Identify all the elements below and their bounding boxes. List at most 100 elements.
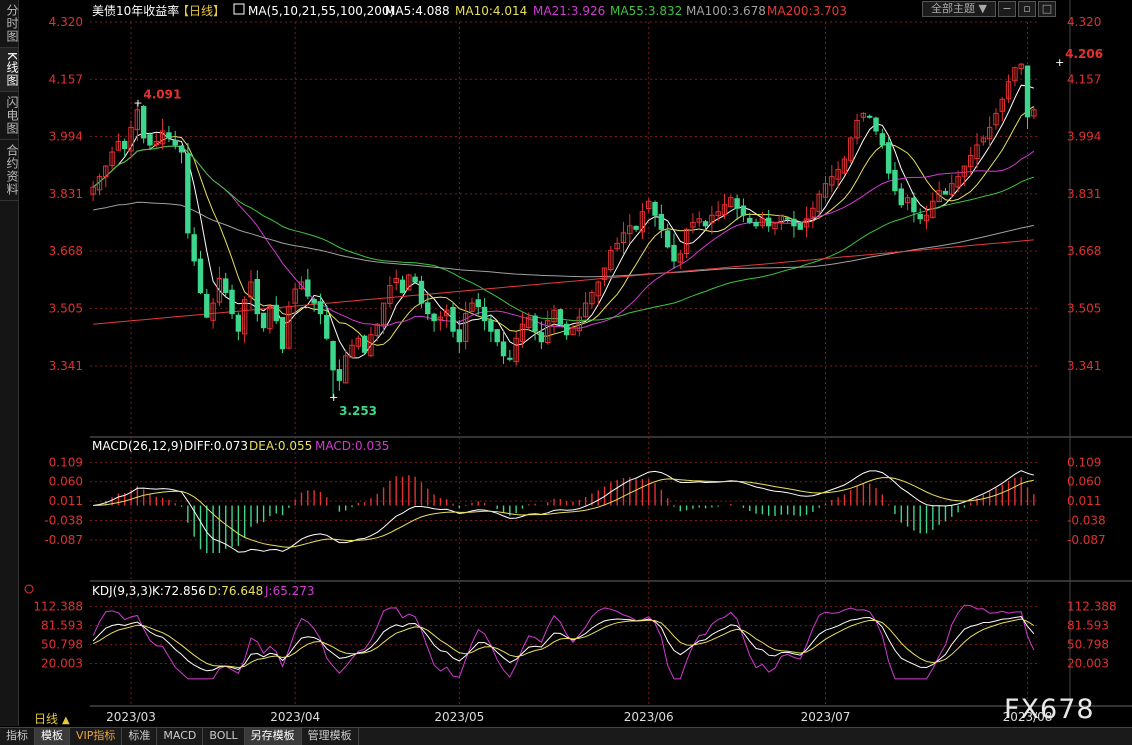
kdj-k-line [92, 616, 1035, 672]
kdj-tick-label-left: 50.798 [41, 638, 83, 652]
price-tick-label-right: 4.320 [1067, 15, 1101, 29]
price-tick-label-right: 3.668 [1067, 244, 1101, 258]
candle-body [898, 188, 904, 206]
candle-body [305, 279, 311, 297]
candle-body [191, 234, 197, 262]
macd-tick-label-right: -0.087 [1067, 533, 1106, 547]
candle-body [873, 117, 879, 132]
watermark: FX678 [1004, 694, 1095, 725]
candle-body [557, 309, 564, 325]
tab-manage-templates[interactable]: 管理模板 [302, 728, 359, 745]
price-tick-label-right: 3.831 [1067, 187, 1101, 201]
candle-body [431, 313, 437, 322]
candle-body [671, 244, 677, 262]
kdj-layer [92, 604, 1035, 680]
kdj-settings-icon[interactable] [24, 584, 34, 594]
candle-body [507, 357, 513, 360]
ma100-value: MA100:3.678 [686, 4, 766, 18]
candle-body [197, 258, 204, 294]
tab-vip-indicators[interactable]: VIP指标 [70, 728, 123, 745]
macd-bar-value: MACD:0.035 [315, 439, 389, 453]
candle-body [784, 217, 791, 220]
instrument-title: 美债10年收益率 [92, 3, 179, 18]
macd-dea-value: DEA:0.055 [249, 439, 312, 453]
candle-body [791, 218, 797, 227]
tab-standard[interactable]: 标准 [122, 728, 158, 745]
macd-params: MACD(26,12,9) [92, 439, 183, 453]
kdj-k-value: K:72.856 [152, 584, 206, 598]
tab-templates[interactable]: 模板 [35, 728, 70, 745]
ma-settings-icon[interactable] [233, 3, 245, 15]
candle-body [456, 329, 463, 343]
candle-body [494, 329, 500, 343]
minimize-icon[interactable]: − [998, 1, 1016, 17]
price-tick-label-left: 3.341 [49, 359, 83, 373]
period-label: 【日线】 [177, 4, 225, 18]
price-tick-label-left: 3.668 [49, 244, 83, 258]
macd-tick-label-right: 0.109 [1067, 455, 1101, 469]
candle-body [658, 213, 665, 230]
ma55-value: MA55:3.832 [610, 4, 682, 18]
chart-canvas[interactable]: 4.320 4.320 4.157 4.157 3.994 3.994 3.831 3.831… [0, 0, 1132, 727]
macd-tick-label-right: 0.011 [1067, 494, 1101, 508]
candle-body [942, 190, 949, 195]
macd-tick-label-right: 0.060 [1067, 475, 1101, 489]
theme-dropdown[interactable]: 全部主题 ▼ [922, 1, 996, 17]
macd-layer [93, 470, 1035, 554]
maximize-icon[interactable]: □ [1038, 1, 1056, 17]
kdj-tick-label-right: 81.593 [1067, 619, 1109, 633]
candle-body [311, 298, 317, 304]
candle-body [204, 294, 210, 318]
high-price-label: 4.091 [143, 87, 181, 101]
axis-label-layer: 4.320 4.320 4.157 4.157 3.994 3.994 3.831 3.831… [33, 15, 1116, 724]
macd-tick-label-right: -0.038 [1067, 514, 1106, 528]
candle-body [166, 132, 172, 139]
tab-indicators[interactable]: 指标 [0, 728, 35, 745]
candle-body [879, 133, 886, 146]
tab-save-template[interactable]: 另存模板 [244, 728, 302, 745]
candle-body [122, 140, 128, 149]
candle-body [279, 316, 286, 350]
candle-body [652, 201, 658, 216]
candle-body [866, 115, 873, 118]
tab-macd[interactable]: MACD [157, 728, 204, 745]
macd-tick-label-left: -0.087 [44, 533, 83, 547]
kdj-tick-label-right: 20.003 [1067, 657, 1109, 671]
candle-body [178, 145, 185, 153]
macd-tick-label-left: 0.011 [49, 494, 83, 508]
period-up-arrow-icon[interactable]: ▲ [62, 715, 70, 726]
period-selector[interactable]: 日线 [34, 712, 58, 726]
candle-body [273, 304, 279, 322]
kdj-tick-label-right: 50.798 [1067, 638, 1109, 652]
candle-body [734, 198, 740, 209]
price-tick-label-right: 4.157 [1067, 72, 1101, 86]
restore-icon[interactable]: ▫ [1018, 1, 1036, 17]
candle-body [450, 306, 456, 332]
kdj-tick-label-right: 112.388 [1067, 600, 1117, 614]
candle-body [254, 278, 261, 315]
candle-body [330, 340, 336, 371]
candle-body [317, 301, 324, 315]
ma21-value: MA21:3.926 [533, 4, 605, 18]
grid-layer [90, 0, 1132, 707]
candle-body [500, 341, 507, 357]
moving-average-layer [92, 84, 1035, 359]
candle-body [336, 369, 343, 381]
kdj-tick-label-left: 20.003 [41, 657, 83, 671]
ma10-value: MA10:4.014 [455, 4, 527, 18]
date-tick-label: 2023/06 [624, 710, 674, 724]
candle-body [481, 306, 488, 322]
candle-body [425, 302, 431, 315]
extreme-marker: + [133, 96, 142, 109]
candle-body [223, 278, 229, 294]
candle-body [229, 289, 235, 315]
ma-params: MA(5,10,21,55,100,200) [248, 4, 394, 18]
candle-body [633, 225, 639, 230]
candle-body [488, 320, 494, 332]
price-tick-label-left: 4.157 [49, 72, 83, 86]
macd-dea-line [93, 476, 1034, 548]
candle-body [361, 335, 368, 353]
candle-body [765, 217, 772, 227]
kdj-tick-label-left: 112.388 [33, 600, 83, 614]
tab-boll[interactable]: BOLL [203, 728, 245, 745]
